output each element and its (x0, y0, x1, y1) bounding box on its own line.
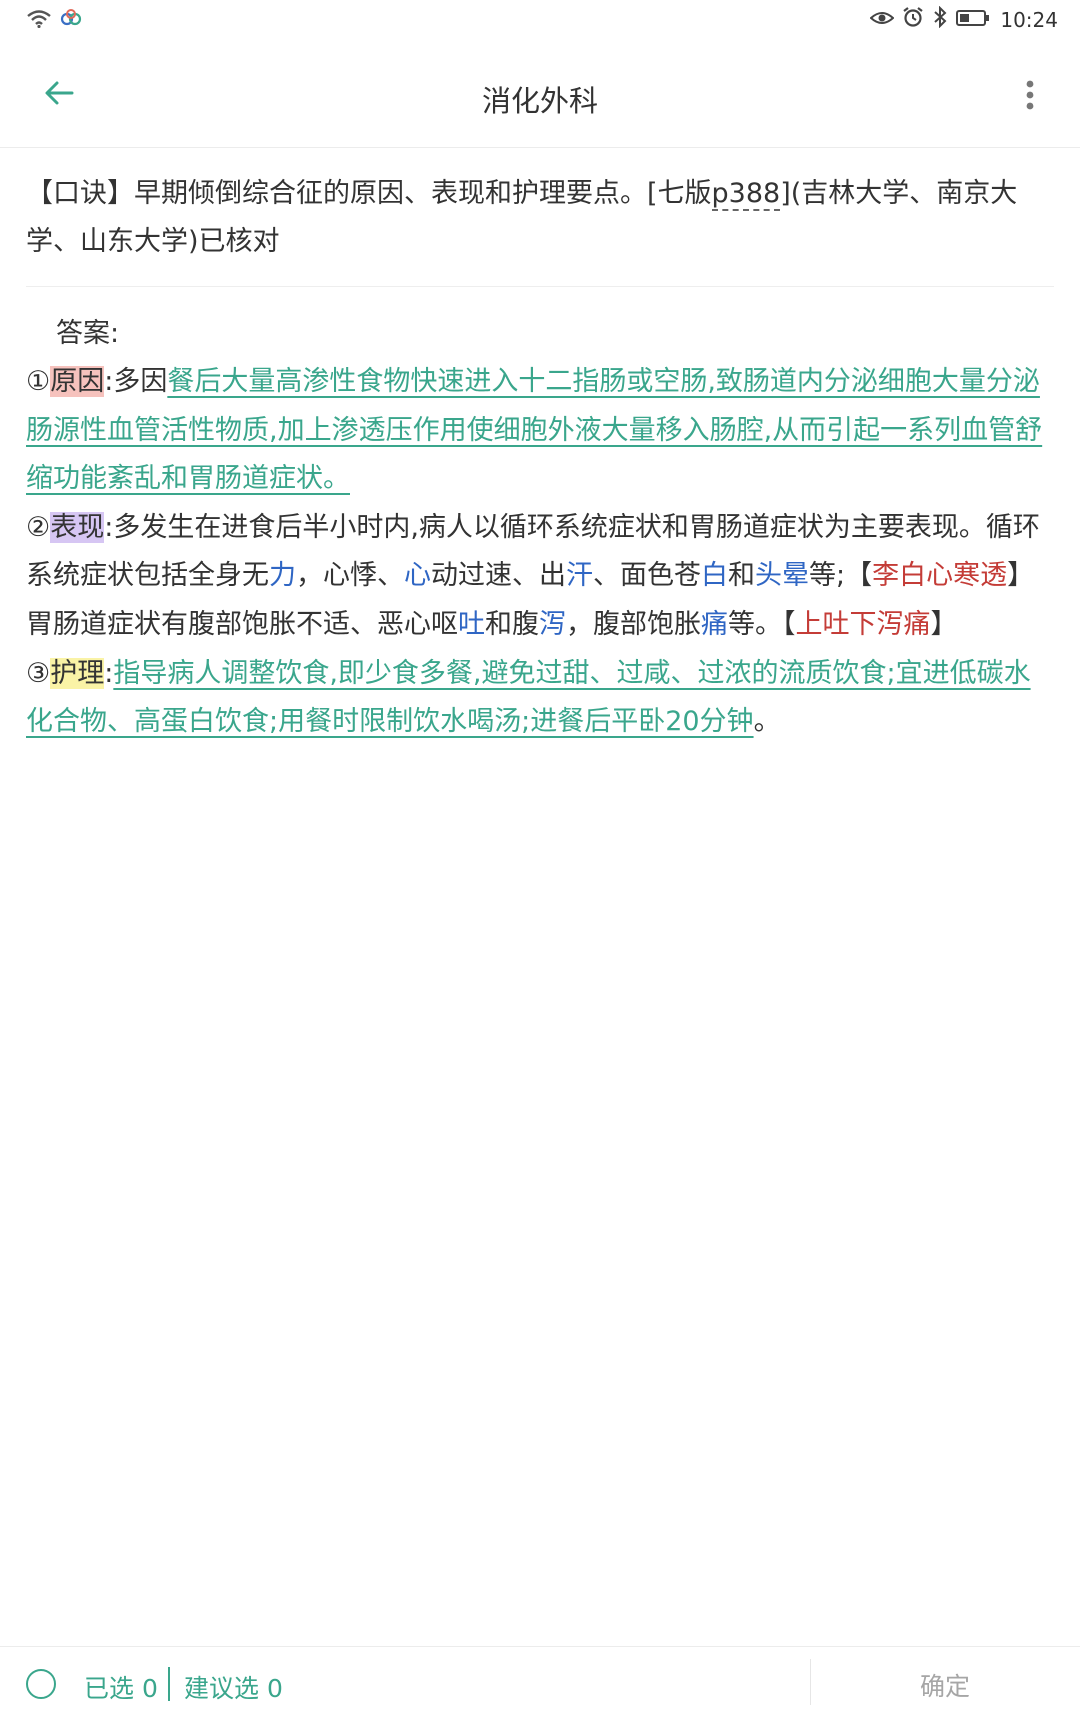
nursing-tag: 护理 (50, 657, 105, 689)
mnemonic: 上吐下泻痛 (795, 608, 931, 640)
answer-text: 。 (753, 706, 781, 738)
answer-text: 和 (728, 560, 755, 592)
keyword: 吐 (458, 608, 485, 640)
answer-cause: ①原因:多因餐后大量高渗性食物快速进入十二指肠或空肠,致肠道内分泌细胞大量分泌肠… (26, 358, 1056, 504)
select-toggle[interactable] (26, 1669, 56, 1699)
app-bar: 消化外科 (0, 42, 1080, 148)
battery-icon (956, 8, 990, 32)
more-vertical-icon (1025, 80, 1035, 114)
status-right: 10:24 (869, 5, 1058, 33)
answer-manifestation: ②表现:多发生在进食后半小时内,病人以循环系统症状和胃肠道症状为主要表现。循环系… (26, 504, 1056, 650)
answer-text: : (104, 657, 114, 689)
page-reference[interactable]: p388 (711, 178, 781, 211)
alarm-icon (902, 6, 924, 33)
suggested-count: 建议选 0 (184, 1674, 283, 1703)
question-part: 【口诀】早期倾倒综合征的原因、表现和护理要点。[七版 (26, 178, 712, 209)
keyword: 痛 (701, 608, 728, 640)
answer-body: ①原因:多因餐后大量高渗性食物快速进入十二指肠或空肠,致肠道内分泌细胞大量分泌肠… (26, 358, 1056, 747)
answer-text: 、面色苍 (593, 560, 701, 592)
answer-text: 】 (930, 608, 958, 640)
separator (810, 1659, 811, 1705)
keyword: 泻 (539, 608, 566, 640)
bluetooth-icon (932, 5, 948, 33)
page-title: 消化外科 (481, 84, 598, 118)
item-number: ③ (26, 657, 51, 689)
mnemonic: 李白心寒透 (872, 560, 1008, 592)
more-options-button[interactable] (1010, 72, 1050, 122)
answer-text: :多因 (104, 366, 168, 397)
answer-text: ，心悸、 (296, 560, 404, 592)
separator (168, 1667, 170, 1701)
underlined-text: 餐后大量高渗性食物快速进入十二指肠或空肠,致肠道内分泌细胞大量分泌肠源性血管活性… (26, 366, 1043, 495)
confirm-button[interactable]: 确定 (880, 1667, 1010, 1707)
question-text: 【口诀】早期倾倒综合征的原因、表现和护理要点。[七版p388](吉林大学、南京大… (26, 170, 1056, 266)
item-number: ② (26, 511, 51, 543)
answer-text: ，腹部饱胀 (566, 608, 701, 640)
manifestation-tag: 表现 (50, 511, 105, 543)
answer-text: 动过速、出 (431, 560, 566, 592)
keyword: 心 (404, 560, 431, 592)
status-left (26, 8, 82, 32)
sync-icon (60, 9, 82, 31)
cause-tag: 原因 (50, 366, 105, 397)
eye-icon (869, 8, 895, 32)
bottom-bar: 已选 0 建议选 0 确定 (0, 1646, 1080, 1729)
underlined-text: 指导病人调整饮食,即少食多餐,避免过甜、过咸、过浓的流质饮食;宜进低碳水化合物、… (26, 657, 1031, 738)
status-bar: 10:24 (0, 0, 1080, 42)
answer-text: 等。【 (728, 608, 796, 640)
keyword: 汗 (566, 560, 593, 592)
status-time: 10:24 (1000, 7, 1058, 32)
keyword: 头晕 (755, 560, 809, 592)
answer-text: 和腹 (485, 608, 539, 640)
divider (26, 286, 1054, 287)
selected-count: 已选 0 (84, 1674, 158, 1703)
keyword: 力 (269, 560, 296, 592)
item-number: ① (26, 366, 51, 397)
keyword: 白 (701, 560, 728, 592)
wifi-icon (26, 8, 52, 32)
answer-nursing: ③护理:指导病人调整饮食,即少食多餐,避免过甜、过咸、过浓的流质饮食;宜进低碳水… (26, 650, 1056, 747)
answer-text: 等;【 (809, 560, 873, 592)
answer-label: 答案: (56, 318, 120, 349)
